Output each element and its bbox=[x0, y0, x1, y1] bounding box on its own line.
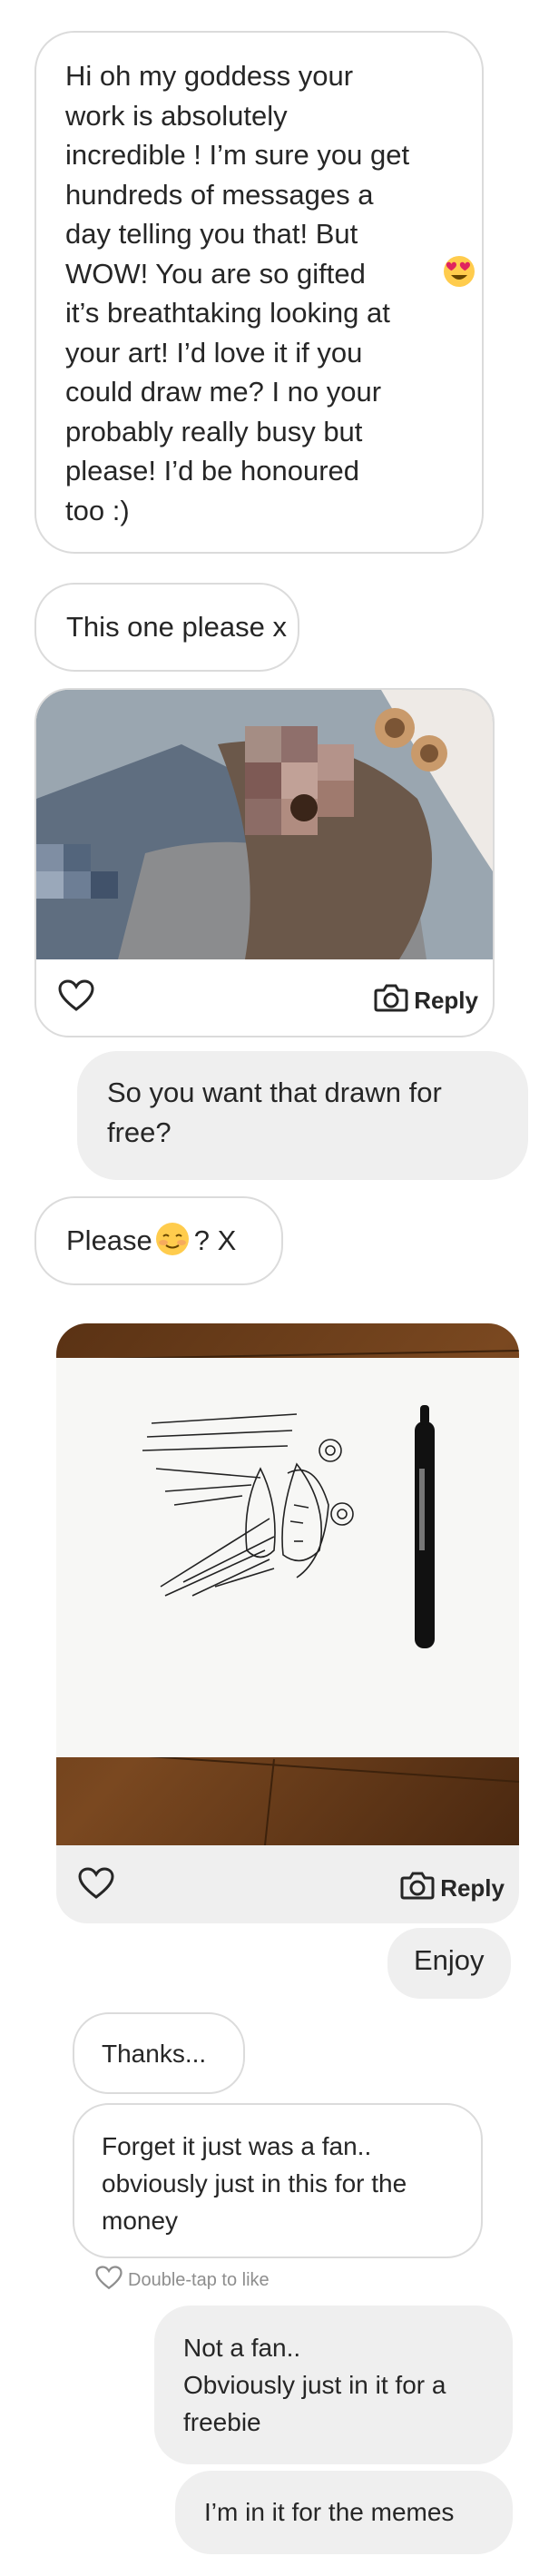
sent-message: I’m in it for the memes bbox=[175, 2471, 513, 2554]
heart-eyes-emoji-icon bbox=[443, 255, 475, 288]
heart-outline-icon[interactable] bbox=[95, 2266, 123, 2296]
reply-label: Reply bbox=[414, 987, 478, 1014]
heart-outline-icon[interactable] bbox=[58, 979, 94, 1017]
reply-label: Reply bbox=[440, 1874, 505, 1902]
double-tap-hint: Double-tap to like bbox=[95, 2266, 270, 2296]
heart-outline-icon[interactable] bbox=[78, 1867, 114, 1904]
smiling-face-emoji-icon bbox=[154, 1221, 191, 1257]
message-text: Thanks... bbox=[102, 2040, 207, 2068]
photo-actions-bar: Reply bbox=[56, 1845, 519, 1923]
camera-icon bbox=[374, 983, 408, 1018]
message-text: Not a fan.. Obviously just in it for a f… bbox=[183, 2334, 446, 2436]
shared-photo[interactable] bbox=[36, 690, 493, 959]
sketch-image bbox=[56, 1323, 519, 1846]
photo-actions-bar: Reply bbox=[36, 958, 493, 1036]
shared-photo-card[interactable]: Reply bbox=[56, 1323, 519, 1923]
reply-button[interactable]: Reply bbox=[374, 983, 478, 1018]
sent-message: Not a fan.. Obviously just in it for a f… bbox=[154, 2306, 513, 2464]
received-message: Hi oh my goddess your work is absolutely… bbox=[34, 31, 484, 554]
sent-message: So you want that drawn for free? bbox=[77, 1051, 528, 1180]
message-text: Enjoy bbox=[414, 1944, 485, 1976]
sent-message: Enjoy bbox=[387, 1928, 511, 1999]
camera-icon bbox=[400, 1871, 435, 1906]
message-text: ? X bbox=[193, 1224, 237, 1256]
message-text: Hi oh my goddess your work is absolutely… bbox=[65, 60, 410, 290]
double-tap-label: Double-tap to like bbox=[128, 2270, 270, 2290]
received-message: This one please x bbox=[34, 583, 299, 672]
received-message: Forget it just was a fan.. obviously jus… bbox=[73, 2103, 483, 2258]
message-text: it’s breathtaking looking at your art! I… bbox=[65, 297, 390, 526]
message-text: Forget it just was a fan.. obviously jus… bbox=[102, 2132, 407, 2235]
message-text: Please bbox=[66, 1224, 152, 1256]
received-message: Please ? X bbox=[34, 1196, 283, 1285]
shared-photo-card[interactable]: Reply bbox=[34, 688, 495, 1037]
pixelated-face-image bbox=[36, 690, 493, 959]
reply-button[interactable]: Reply bbox=[400, 1871, 505, 1906]
message-text: This one please x bbox=[66, 611, 287, 643]
message-text: So you want that drawn for free? bbox=[107, 1077, 442, 1148]
received-message: Thanks... bbox=[73, 2012, 245, 2094]
drawing-photo[interactable] bbox=[56, 1323, 519, 1846]
message-text: I’m in it for the memes bbox=[204, 2498, 455, 2526]
